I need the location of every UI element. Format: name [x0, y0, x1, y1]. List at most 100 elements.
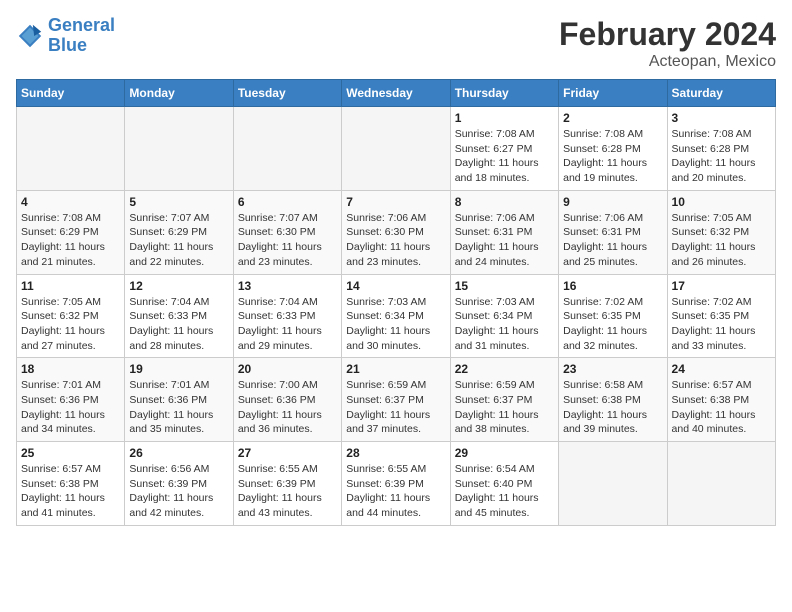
calendar-cell: [559, 442, 667, 526]
calendar-cell: 26 Sunrise: 6:56 AM Sunset: 6:39 PM Dayli…: [125, 442, 233, 526]
day-number: 10: [672, 195, 771, 209]
weekday-header: Thursday: [450, 80, 558, 107]
logo-text: General Blue: [48, 16, 115, 56]
calendar-body: 1Sunrise: 7:08 AM Sunset: 6:27 PM Daylig…: [17, 107, 776, 526]
calendar-cell: 11 Sunrise: 7:05 AM Sunset: 6:32 PM Dayli…: [17, 274, 125, 358]
day-info: Sunrise: 6:57 AM Sunset: 6:38 PM Dayligh…: [672, 378, 771, 437]
calendar-cell: 14Sunrise: 7:03 AM Sunset: 6:34 PM Dayli…: [342, 274, 450, 358]
day-info: Sunrise: 7:04 AM Sunset: 6:33 PM Dayligh…: [129, 295, 228, 354]
calendar-cell: 3 Sunrise: 7:08 AM Sunset: 6:28 PM Daylig…: [667, 107, 775, 191]
calendar-cell: 8 Sunrise: 7:06 AM Sunset: 6:31 PM Daylig…: [450, 190, 558, 274]
day-info: Sunrise: 7:06 AM Sunset: 6:31 PM Dayligh…: [563, 211, 662, 270]
day-number: 26: [129, 446, 228, 460]
calendar-cell: 28 Sunrise: 6:55 AM Sunset: 6:39 PM Dayli…: [342, 442, 450, 526]
day-info: Sunrise: 7:01 AM Sunset: 6:36 PM Dayligh…: [21, 378, 120, 437]
logo: General Blue: [16, 16, 115, 56]
calendar-cell: 22 Sunrise: 6:59 AM Sunset: 6:37 PM Dayli…: [450, 358, 558, 442]
day-info: Sunrise: 7:08 AM Sunset: 6:28 PM Dayligh…: [672, 127, 771, 186]
calendar-cell: 9 Sunrise: 7:06 AM Sunset: 6:31 PM Daylig…: [559, 190, 667, 274]
calendar-cell: [17, 107, 125, 191]
day-info: Sunrise: 7:08 AM Sunset: 6:27 PM Dayligh…: [455, 127, 554, 186]
calendar-cell: 10 Sunrise: 7:05 AM Sunset: 6:32 PM Dayli…: [667, 190, 775, 274]
day-number: 24: [672, 362, 771, 376]
day-number: 11: [21, 279, 120, 293]
day-info: Sunrise: 7:05 AM Sunset: 6:32 PM Dayligh…: [21, 295, 120, 354]
calendar-week: 11 Sunrise: 7:05 AM Sunset: 6:32 PM Dayli…: [17, 274, 776, 358]
day-info: Sunrise: 6:59 AM Sunset: 6:37 PM Dayligh…: [455, 378, 554, 437]
calendar-cell: 15 Sunrise: 7:03 AM Sunset: 6:34 PM Dayli…: [450, 274, 558, 358]
weekday-header: Tuesday: [233, 80, 341, 107]
day-number: 17: [672, 279, 771, 293]
day-info: Sunrise: 6:56 AM Sunset: 6:39 PM Dayligh…: [129, 462, 228, 521]
calendar-cell: 7Sunrise: 7:06 AM Sunset: 6:30 PM Daylig…: [342, 190, 450, 274]
day-info: Sunrise: 7:02 AM Sunset: 6:35 PM Dayligh…: [563, 295, 662, 354]
logo-icon: [16, 22, 44, 50]
day-number: 29: [455, 446, 554, 460]
day-info: Sunrise: 7:06 AM Sunset: 6:31 PM Dayligh…: [455, 211, 554, 270]
weekday-header: Wednesday: [342, 80, 450, 107]
day-number: 2: [563, 111, 662, 125]
calendar-cell: 23 Sunrise: 6:58 AM Sunset: 6:38 PM Dayli…: [559, 358, 667, 442]
calendar-cell: 2 Sunrise: 7:08 AM Sunset: 6:28 PM Daylig…: [559, 107, 667, 191]
calendar-cell: 20Sunrise: 7:00 AM Sunset: 6:36 PM Dayli…: [233, 358, 341, 442]
day-info: Sunrise: 6:55 AM Sunset: 6:39 PM Dayligh…: [238, 462, 337, 521]
calendar-cell: 6Sunrise: 7:07 AM Sunset: 6:30 PM Daylig…: [233, 190, 341, 274]
calendar-cell: 29 Sunrise: 6:54 AM Sunset: 6:40 PM Dayli…: [450, 442, 558, 526]
day-info: Sunrise: 7:01 AM Sunset: 6:36 PM Dayligh…: [129, 378, 228, 437]
day-info: Sunrise: 6:54 AM Sunset: 6:40 PM Dayligh…: [455, 462, 554, 521]
calendar-cell: 4 Sunrise: 7:08 AM Sunset: 6:29 PM Daylig…: [17, 190, 125, 274]
day-info: Sunrise: 7:07 AM Sunset: 6:30 PM Dayligh…: [238, 211, 337, 270]
day-number: 23: [563, 362, 662, 376]
day-info: Sunrise: 7:08 AM Sunset: 6:29 PM Dayligh…: [21, 211, 120, 270]
calendar-cell: 18 Sunrise: 7:01 AM Sunset: 6:36 PM Dayli…: [17, 358, 125, 442]
day-info: Sunrise: 7:05 AM Sunset: 6:32 PM Dayligh…: [672, 211, 771, 270]
day-number: 8: [455, 195, 554, 209]
day-number: 21: [346, 362, 445, 376]
day-number: 28: [346, 446, 445, 460]
day-number: 13: [238, 279, 337, 293]
day-number: 16: [563, 279, 662, 293]
day-number: 5: [129, 195, 228, 209]
day-number: 18: [21, 362, 120, 376]
calendar-cell: 21 Sunrise: 6:59 AM Sunset: 6:37 PM Dayli…: [342, 358, 450, 442]
day-number: 9: [563, 195, 662, 209]
calendar-cell: 13 Sunrise: 7:04 AM Sunset: 6:33 PM Dayli…: [233, 274, 341, 358]
page-header: General Blue February 2024 Acteopan, Mex…: [16, 16, 776, 71]
day-number: 22: [455, 362, 554, 376]
weekday-row: SundayMondayTuesdayWednesdayThursdayFrid…: [17, 80, 776, 107]
day-number: 3: [672, 111, 771, 125]
weekday-header: Monday: [125, 80, 233, 107]
calendar-cell: 5 Sunrise: 7:07 AM Sunset: 6:29 PM Daylig…: [125, 190, 233, 274]
weekday-header: Sunday: [17, 80, 125, 107]
day-number: 4: [21, 195, 120, 209]
calendar-cell: 19 Sunrise: 7:01 AM Sunset: 6:36 PM Dayli…: [125, 358, 233, 442]
day-info: Sunrise: 6:59 AM Sunset: 6:37 PM Dayligh…: [346, 378, 445, 437]
day-number: 12: [129, 279, 228, 293]
logo-general: General: [48, 15, 115, 35]
day-info: Sunrise: 6:58 AM Sunset: 6:38 PM Dayligh…: [563, 378, 662, 437]
calendar-cell: 12 Sunrise: 7:04 AM Sunset: 6:33 PM Dayli…: [125, 274, 233, 358]
day-number: 25: [21, 446, 120, 460]
day-number: 15: [455, 279, 554, 293]
calendar-cell: 17 Sunrise: 7:02 AM Sunset: 6:35 PM Dayli…: [667, 274, 775, 358]
calendar-week: 18 Sunrise: 7:01 AM Sunset: 6:36 PM Dayli…: [17, 358, 776, 442]
day-number: 20: [238, 362, 337, 376]
calendar-cell: 16 Sunrise: 7:02 AM Sunset: 6:35 PM Dayli…: [559, 274, 667, 358]
calendar-cell: [233, 107, 341, 191]
day-info: Sunrise: 7:08 AM Sunset: 6:28 PM Dayligh…: [563, 127, 662, 186]
day-info: Sunrise: 7:07 AM Sunset: 6:29 PM Dayligh…: [129, 211, 228, 270]
weekday-header: Friday: [559, 80, 667, 107]
day-info: Sunrise: 7:04 AM Sunset: 6:33 PM Dayligh…: [238, 295, 337, 354]
calendar-cell: [342, 107, 450, 191]
day-info: Sunrise: 6:55 AM Sunset: 6:39 PM Dayligh…: [346, 462, 445, 521]
day-number: 14: [346, 279, 445, 293]
calendar-cell: 25 Sunrise: 6:57 AM Sunset: 6:38 PM Dayli…: [17, 442, 125, 526]
day-info: Sunrise: 7:03 AM Sunset: 6:34 PM Dayligh…: [455, 295, 554, 354]
calendar-cell: 27Sunrise: 6:55 AM Sunset: 6:39 PM Dayli…: [233, 442, 341, 526]
day-info: Sunrise: 6:57 AM Sunset: 6:38 PM Dayligh…: [21, 462, 120, 521]
calendar-table: SundayMondayTuesdayWednesdayThursdayFrid…: [16, 79, 776, 526]
calendar-subtitle: Acteopan, Mexico: [559, 53, 776, 71]
day-info: Sunrise: 7:02 AM Sunset: 6:35 PM Dayligh…: [672, 295, 771, 354]
calendar-cell: [667, 442, 775, 526]
day-number: 19: [129, 362, 228, 376]
